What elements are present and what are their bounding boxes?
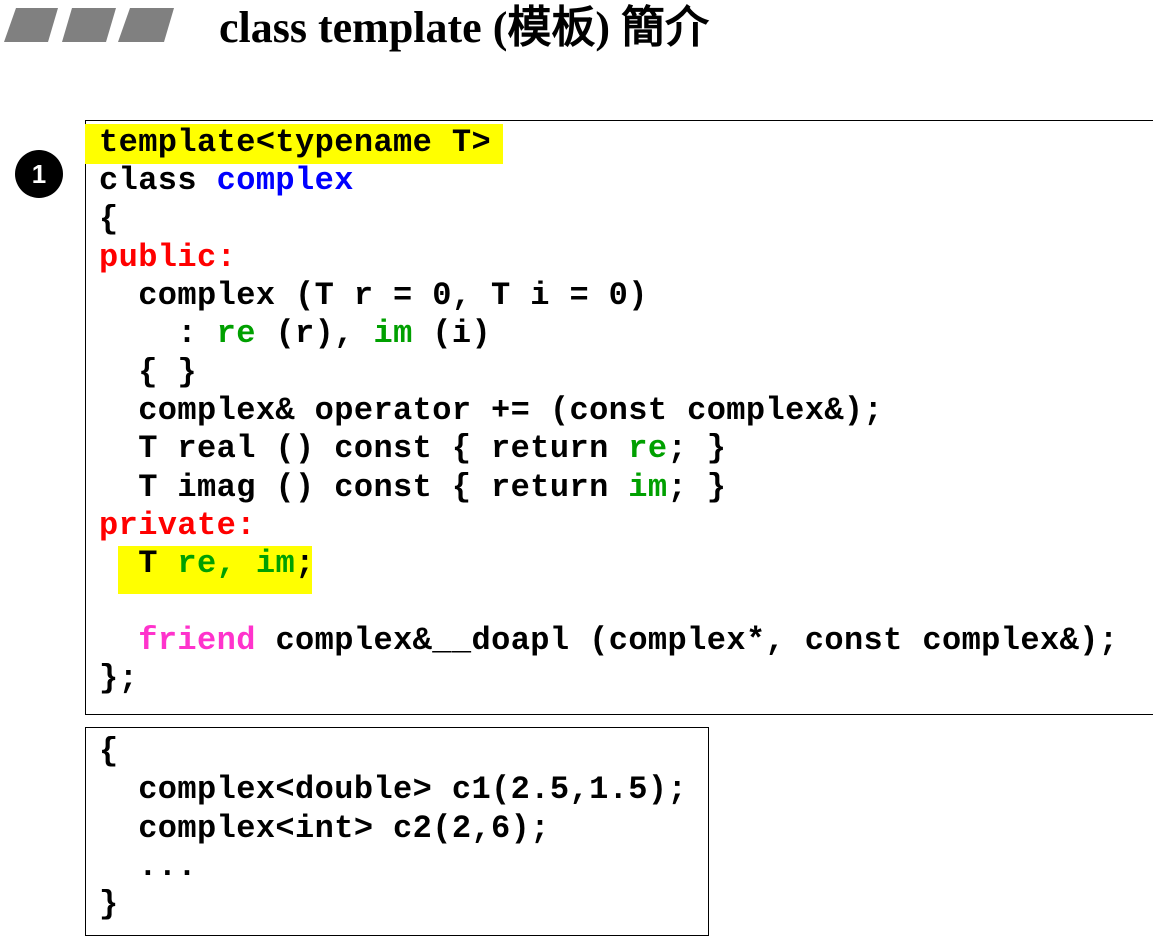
code-line: template<typename T> [99,124,492,161]
code-line: }; [99,660,139,698]
code-line: complex (T r = 0, T i = 0) [99,277,648,315]
code-line: friend complex&__doapl (complex*, const … [138,621,1119,659]
class-code-block: template<typename T> class complex { pub… [99,124,1118,698]
code-line: private: [99,506,256,544]
code-line: ... [99,847,198,885]
code-line: T re, im; [99,545,315,583]
code-line: { [99,733,119,770]
code-line: : re (r), im (i) [99,315,492,353]
code-line: complex<double> c1(2.5,1.5); [99,771,688,809]
code-line: } [99,886,119,924]
usage-code-block: { complex<double> c1(2.5,1.5); complex<i… [99,733,687,924]
code-line: T real () const { return re; } [99,430,727,468]
code-line: complex<int> c2(2,6); [99,809,550,847]
title-decoration-icon [4,8,174,42]
code-line: { [99,200,119,238]
step-badge: 1 [15,150,63,198]
code-line: T imag () const { return im; } [99,468,727,506]
page-title: class template (模板) 簡介 [219,3,710,52]
code-line: { } [99,353,198,391]
code-line: class complex [99,162,354,200]
code-line: complex& operator += (const complex&); [99,392,884,430]
code-line: public: [99,238,237,276]
